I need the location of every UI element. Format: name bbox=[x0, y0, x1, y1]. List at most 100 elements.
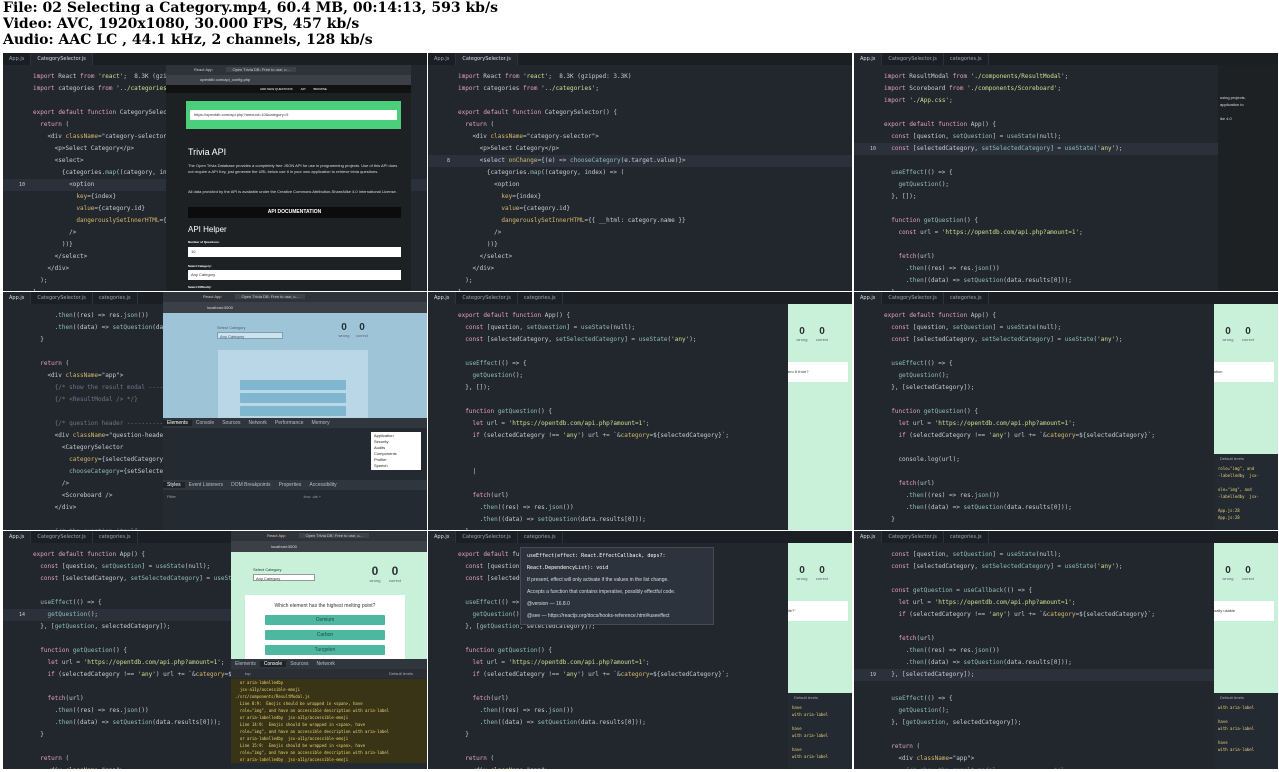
styles-tab[interactable]: Event Listeners bbox=[185, 482, 227, 488]
correct-count: 0 bbox=[819, 326, 825, 337]
editor-tab[interactable]: CategorySelector.js bbox=[456, 531, 518, 543]
styles-tab[interactable]: Properties bbox=[275, 482, 306, 488]
code-text: if (selectedCategory !== 'any') url += `… bbox=[472, 671, 729, 678]
browser-tab[interactable]: Open Trivia DB: Free to use, u... bbox=[299, 533, 369, 538]
category-select[interactable]: Any Category bbox=[253, 574, 315, 581]
code-text: {/* show the result modal ------- bbox=[54, 384, 174, 391]
editor-tab[interactable]: CategorySelector.js bbox=[882, 53, 944, 65]
answer-button[interactable] bbox=[240, 393, 346, 403]
wrong-count: 0 bbox=[1225, 326, 1231, 337]
editor-tab[interactable]: App.js bbox=[3, 53, 32, 65]
editor-tab[interactable]: CategorySelector.js bbox=[31, 531, 93, 543]
editor-tab[interactable]: App.js bbox=[854, 292, 883, 304]
levels-select[interactable]: Default levels bbox=[389, 669, 413, 678]
api-url-field[interactable]: https://opentdb.com/api.php?amount=10&ca… bbox=[190, 110, 397, 120]
devtools-tab[interactable]: Sources bbox=[218, 420, 244, 426]
answer-button[interactable]: Tungsten bbox=[265, 645, 385, 655]
code-text: export default function App() { bbox=[458, 312, 571, 319]
code-text: function getQuestion() { bbox=[465, 647, 552, 654]
number-of-questions-input[interactable]: 10 bbox=[188, 247, 401, 257]
code-area[interactable]: import React from 'react'; 8.3K (gzipped… bbox=[428, 71, 852, 291]
editor-tab[interactable]: categories.js bbox=[944, 292, 989, 304]
editor-tab[interactable]: App.js bbox=[428, 531, 457, 543]
nav-link[interactable]: API bbox=[297, 87, 310, 91]
editor-tab[interactable]: CategorySelector.js bbox=[882, 531, 944, 543]
code-text: import React from 'react'; 8.3K (gzipped… bbox=[458, 73, 632, 80]
styles-tab[interactable]: DOM Breakpoints bbox=[227, 482, 274, 488]
address-bar[interactable]: localhost:3000 bbox=[163, 302, 427, 313]
category-select[interactable]: Any Category bbox=[217, 332, 283, 339]
wrong-score: 0 wrong bbox=[367, 564, 383, 583]
editor-tab[interactable]: CategorySelector.js bbox=[456, 292, 518, 304]
editor-tab[interactable]: App.js bbox=[854, 53, 883, 65]
context-select[interactable]: top bbox=[231, 671, 251, 676]
wrong-count: 0 bbox=[799, 326, 805, 337]
nav-link[interactable]: ADD NEW QUESTIONS bbox=[256, 87, 297, 91]
levels-select[interactable]: Default levels bbox=[1220, 456, 1244, 461]
code-text: return ( bbox=[40, 755, 70, 762]
devtools-tab[interactable]: Performance bbox=[271, 420, 308, 426]
browser-tab[interactable]: Open Trivia DB: Free to use, u... bbox=[226, 67, 296, 72]
editor-tab[interactable]: CategorySelector.js bbox=[456, 53, 518, 65]
code-text: } bbox=[884, 289, 895, 291]
api-documentation-button[interactable]: API DOCUMENTATION bbox=[188, 207, 401, 218]
menu-item[interactable]: Speech bbox=[374, 463, 418, 469]
code-line: ))} bbox=[428, 239, 852, 251]
more-tools-menu[interactable]: Application Security Audits Components Profi… bbox=[371, 432, 421, 470]
address-bar[interactable]: localhost:3000 bbox=[231, 541, 427, 552]
console-warning-line: or aria-labelledby jsx-a11y/accessible-e… bbox=[231, 756, 427, 763]
styles-filter[interactable]: Filter bbox=[167, 494, 176, 499]
editor-tab[interactable]: CategorySelector.js bbox=[31, 53, 93, 65]
editor-tab[interactable]: CategorySelector.js bbox=[31, 292, 93, 304]
editor-tab[interactable]: CategorySelector.js bbox=[882, 292, 944, 304]
editor-tab[interactable]: categories.js bbox=[518, 292, 563, 304]
hov-cls-toggle[interactable]: :hov .cls + bbox=[303, 494, 321, 499]
browser-tab[interactable]: React App bbox=[231, 533, 299, 538]
wrong-count: 0 bbox=[799, 565, 805, 576]
editor-tab[interactable]: categories.js bbox=[518, 531, 563, 543]
wrong-score: 0 wrong bbox=[337, 322, 351, 338]
levels-select[interactable]: Default levels bbox=[1220, 695, 1244, 700]
browser-tab[interactable]: React App bbox=[166, 67, 226, 72]
styles-tabs: Styles Event Listeners DOM Breakpoints Prop… bbox=[163, 480, 427, 490]
devtools-tab[interactable]: Elements bbox=[231, 661, 260, 667]
devtools-tab[interactable]: Network bbox=[313, 661, 339, 667]
answer-button[interactable]: Osmium bbox=[265, 615, 385, 625]
browser-tab[interactable]: Open Trivia DB: Free to use, u... bbox=[235, 294, 305, 299]
editor-tab[interactable]: App.js bbox=[428, 53, 457, 65]
answer-button[interactable]: Carbon bbox=[265, 630, 385, 640]
code-line: export default function CategorySelector… bbox=[428, 107, 852, 119]
editor-tab[interactable]: categories.js bbox=[93, 292, 138, 304]
editor-tab[interactable]: App.js bbox=[3, 292, 32, 304]
editor-tab[interactable]: categories.js bbox=[93, 531, 138, 543]
code-text: } bbox=[33, 731, 44, 738]
code-text: export default function App() { bbox=[33, 551, 146, 558]
devtools-tab[interactable]: Sources bbox=[286, 661, 312, 667]
editor-tab[interactable]: App.js bbox=[428, 292, 457, 304]
devtools-tab[interactable]: Network bbox=[245, 420, 271, 426]
console-fragment: have bbox=[792, 747, 802, 752]
styles-tab[interactable]: Accessibility bbox=[305, 482, 340, 488]
devtools-peek: Default levels have with aria-label have wit… bbox=[788, 693, 852, 769]
code-text: let url = 'https://opentdb.com/api.php?a… bbox=[472, 659, 650, 666]
nav-link[interactable]: BROWSE bbox=[310, 87, 331, 91]
devtools-tab[interactable]: Elements bbox=[163, 420, 192, 426]
browser-tab[interactable]: React App bbox=[163, 294, 235, 299]
address-bar[interactable]: opentdb.com/api_config.php bbox=[166, 75, 411, 85]
levels-select[interactable]: Default levels bbox=[794, 695, 818, 700]
styles-tab[interactable]: Styles bbox=[163, 482, 185, 488]
devtools-tab[interactable]: Console bbox=[192, 420, 218, 426]
editor-tab[interactable]: App.js bbox=[854, 531, 883, 543]
answer-button[interactable] bbox=[240, 380, 346, 390]
answer-button[interactable] bbox=[240, 406, 346, 416]
editor-tab[interactable]: categories.js bbox=[944, 53, 989, 65]
category-select[interactable]: Any Category bbox=[188, 270, 401, 280]
editor-tab[interactable]: App.js bbox=[3, 531, 32, 543]
devtools-panel: Elements Console Sources Network Performance… bbox=[163, 418, 427, 530]
editor-tab[interactable]: categories.js bbox=[944, 531, 989, 543]
code-area[interactable]: import ResultModal from './components/Re… bbox=[854, 71, 1278, 291]
code-text: useEffect(() => { bbox=[465, 599, 527, 606]
correct-score: 0 correct bbox=[355, 322, 369, 338]
devtools-tab[interactable]: Memory bbox=[308, 420, 334, 426]
devtools-tab[interactable]: Console bbox=[259, 661, 287, 667]
